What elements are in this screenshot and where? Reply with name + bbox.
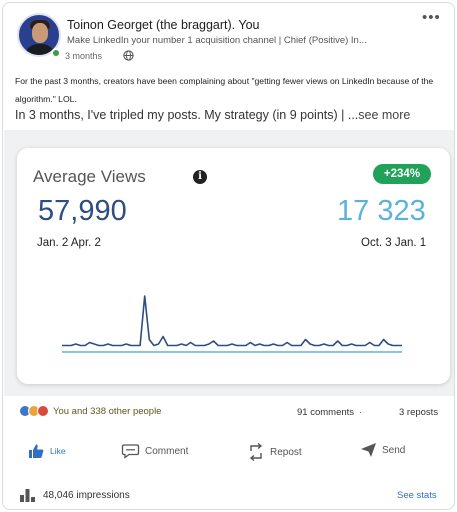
views-sparkline	[62, 295, 402, 353]
comment-icon	[121, 444, 140, 459]
reactions-summary[interactable]: You and 338 other people	[19, 405, 161, 417]
bar-chart-icon	[20, 489, 35, 502]
repost-label: Repost	[270, 446, 302, 458]
comment-button[interactable]: Comment	[121, 442, 188, 460]
post-meta: 3 months	[65, 48, 134, 63]
comments-count[interactable]: 91 comments	[297, 407, 354, 418]
author-headline: Make LinkedIn your number 1 acquisition …	[67, 35, 367, 46]
like-button[interactable]: Like	[27, 442, 66, 460]
repost-button[interactable]: Repost	[247, 442, 302, 462]
average-views-card: Average Views i +234% 57,990 17 323 Jan.…	[17, 148, 450, 384]
more-options-icon[interactable]: •••	[422, 9, 441, 26]
reactions-text: You and 338 other people	[53, 405, 162, 417]
reposts-count[interactable]: 3 reposts	[399, 407, 438, 418]
see-stats-link[interactable]: See stats	[397, 490, 437, 501]
post-body-intro: For the past 3 months, creators have bee…	[15, 76, 434, 104]
globe-icon	[123, 50, 134, 63]
send-label: Send	[382, 444, 406, 456]
impressions[interactable]: 48,046 impressions	[19, 487, 130, 503]
post-card: Toinon Georget (the braggart). You Make …	[2, 2, 455, 510]
send-button[interactable]: Send	[360, 442, 405, 458]
online-status-dot	[51, 48, 61, 58]
separator: ·	[359, 407, 363, 418]
post-time: 3 months	[65, 50, 103, 61]
send-icon	[361, 443, 376, 457]
author-name[interactable]: Toinon Georget (the braggart). You	[67, 18, 260, 32]
thumbs-up-icon	[29, 444, 44, 458]
views-series-line	[62, 295, 402, 347]
see-more-link[interactable]: see more	[358, 108, 410, 122]
repost-icon	[249, 442, 263, 462]
impressions-count: 48,046 impressions	[43, 489, 130, 501]
post-body-headline: In 3 months, I've tripled my posts. My s…	[15, 108, 410, 122]
love-reaction-icon	[37, 405, 49, 417]
post-body-text: In 3 months, I've tripled my posts. My s…	[15, 108, 359, 122]
comment-label: Comment	[145, 445, 189, 457]
like-label: Like	[50, 446, 66, 456]
